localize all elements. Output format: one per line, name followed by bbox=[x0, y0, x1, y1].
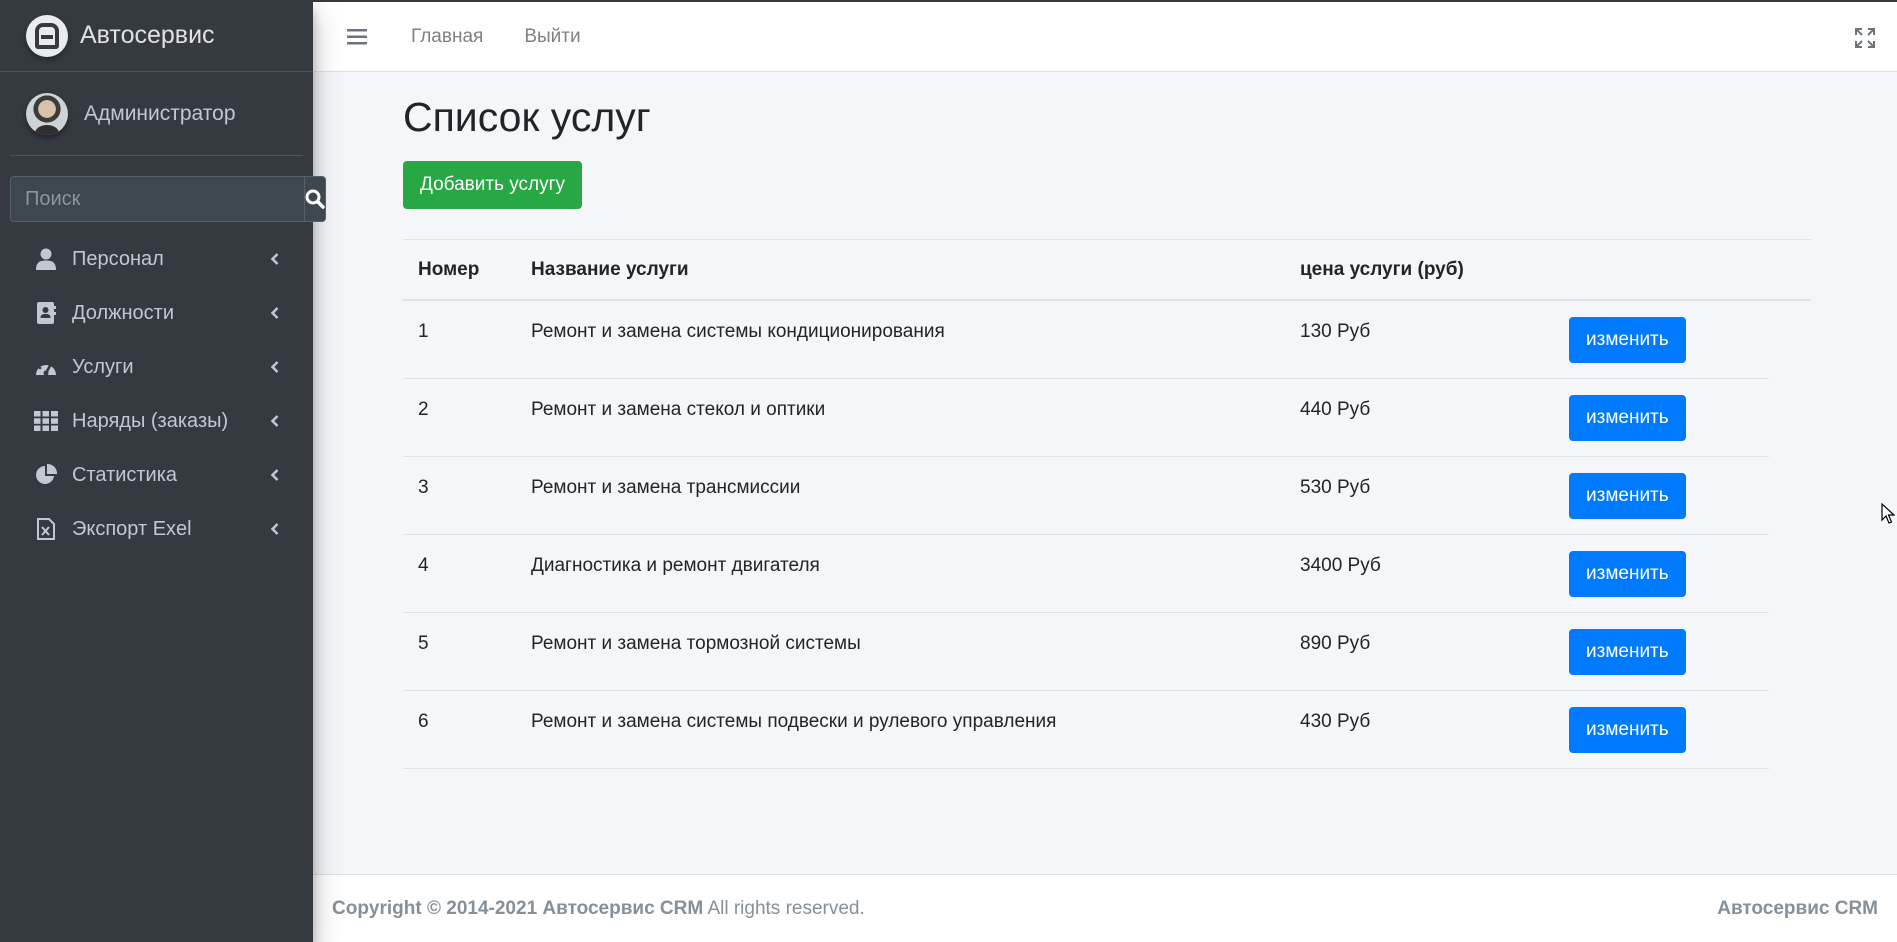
grid-icon bbox=[34, 409, 58, 433]
user-panel[interactable]: Администратор bbox=[10, 72, 303, 156]
sidebar-search bbox=[10, 176, 326, 222]
cell-price: 130 Руб bbox=[1300, 321, 1371, 342]
sidebar: Автосервис Администратор Персонал Должно… bbox=[0, 0, 326, 942]
pie-chart-icon bbox=[34, 463, 58, 487]
cell-name: Ремонт и замена системы кондиционировани… bbox=[531, 321, 945, 342]
cell-price: 3400 Руб bbox=[1300, 555, 1381, 576]
table-row: 2 Ремонт и замена стекол и оптики 440 Ру… bbox=[403, 379, 1769, 457]
menu-toggle-icon[interactable] bbox=[343, 23, 371, 51]
footer-right-brand: Автосервис CRM bbox=[1717, 897, 1878, 919]
fullscreen-icon[interactable] bbox=[1855, 28, 1875, 48]
chevron-left-icon bbox=[270, 361, 279, 373]
cell-name: Ремонт и замена стекол и оптики bbox=[531, 399, 826, 420]
sidebar-item-label: Наряды (заказы) bbox=[72, 409, 229, 432]
search-input[interactable] bbox=[10, 176, 304, 222]
cell-name: Ремонт и замена трансмиссии bbox=[531, 477, 801, 498]
mouse-cursor-icon bbox=[1881, 503, 1895, 524]
services-table: Номер Название услуги цена услуги (руб) … bbox=[403, 239, 1811, 769]
column-header-name: Название услуги bbox=[531, 258, 689, 280]
edit-button[interactable]: изменить bbox=[1569, 472, 1686, 519]
brand-link[interactable]: Автосервис bbox=[0, 0, 313, 72]
user-name: Администратор bbox=[84, 101, 236, 125]
table-row: 5 Ремонт и замена тормозной системы 890 … bbox=[403, 613, 1769, 691]
rights-text: All rights reserved. bbox=[707, 897, 865, 919]
sidebar-item-export-excel[interactable]: Экспорт Exel bbox=[0, 502, 313, 556]
table-row: 4 Диагностика и ремонт двигателя 3400 Ру… bbox=[403, 535, 1769, 613]
sidebar-item-orders[interactable]: Наряды (заказы) bbox=[0, 394, 313, 448]
column-header-price: цена услуги (руб) bbox=[1300, 258, 1464, 280]
user-icon bbox=[34, 247, 58, 271]
chevron-left-icon bbox=[270, 415, 279, 427]
sidebar-nav: Персонал Должности Услуги Наряды (заказы… bbox=[0, 232, 313, 556]
brand-name: Автосервис bbox=[80, 21, 215, 49]
footer: Copyright © 2014-2021 Автосервис CRM All… bbox=[313, 874, 1897, 942]
footer-copyright: Copyright © 2014-2021 Автосервис CRM All… bbox=[332, 898, 1717, 920]
sidebar-item-statistics[interactable]: Статистика bbox=[0, 448, 313, 502]
sidebar-item-personnel[interactable]: Персонал bbox=[0, 232, 313, 286]
edit-button[interactable]: изменить bbox=[1569, 706, 1686, 753]
cell-number: 1 bbox=[418, 321, 429, 342]
chevron-left-icon bbox=[270, 253, 279, 265]
search-button[interactable] bbox=[304, 176, 326, 222]
cell-number: 2 bbox=[418, 399, 429, 420]
cell-name: Диагностика и ремонт двигателя bbox=[531, 555, 820, 576]
cell-number: 6 bbox=[418, 711, 429, 732]
cell-number: 5 bbox=[418, 633, 429, 654]
footer-brand-link[interactable]: Автосервис CRM bbox=[542, 898, 703, 919]
edit-button[interactable]: изменить bbox=[1569, 316, 1686, 363]
nav-link-logout[interactable]: Выйти bbox=[524, 26, 580, 48]
table-row: 6 Ремонт и замена системы подвески и рул… bbox=[403, 691, 1769, 769]
page-title: Список услуг bbox=[403, 94, 651, 140]
cell-name: Ремонт и замена системы подвески и рулев… bbox=[531, 711, 1057, 732]
chevron-left-icon bbox=[270, 523, 279, 535]
sidebar-item-label: Должности bbox=[72, 301, 175, 324]
sidebar-item-label: Услуги bbox=[72, 355, 134, 378]
sidebar-item-label: Персонал bbox=[72, 247, 164, 270]
search-icon bbox=[305, 189, 325, 209]
address-book-icon bbox=[34, 301, 58, 325]
cell-price: 440 Руб bbox=[1300, 399, 1371, 420]
sidebar-item-positions[interactable]: Должности bbox=[0, 286, 313, 340]
excel-file-icon bbox=[34, 517, 58, 541]
edit-button[interactable]: изменить bbox=[1569, 394, 1686, 441]
edit-button[interactable]: изменить bbox=[1569, 628, 1686, 675]
cell-price: 530 Руб bbox=[1300, 477, 1371, 498]
table-row: 1 Ремонт и замена системы кондиционирова… bbox=[403, 301, 1769, 379]
sidebar-item-services[interactable]: Услуги bbox=[0, 340, 313, 394]
sidebar-item-label: Статистика bbox=[72, 463, 178, 486]
table-row: 3 Ремонт и замена трансмиссии 530 Руб из… bbox=[403, 457, 1769, 535]
add-service-button[interactable]: Добавить услугу bbox=[403, 161, 583, 209]
cell-number: 3 bbox=[418, 477, 429, 498]
column-header-number: Номер bbox=[418, 258, 480, 280]
cell-price: 430 Руб bbox=[1300, 711, 1371, 732]
sidebar-item-label: Экспорт Exel bbox=[72, 517, 192, 540]
chevron-left-icon bbox=[270, 307, 279, 319]
copyright-prefix: Copyright © 2014-2021 bbox=[332, 897, 538, 919]
cell-name: Ремонт и замена тормозной системы bbox=[531, 633, 861, 654]
edit-button[interactable]: изменить bbox=[1569, 550, 1686, 597]
main-content: Список услуг Добавить услугу Номер Назва… bbox=[403, 72, 1811, 769]
table-header: Номер Название услуги цена услуги (руб) bbox=[403, 239, 1811, 301]
avatar bbox=[26, 92, 68, 135]
top-navbar: Главная Выйти bbox=[313, 0, 1897, 72]
cell-number: 4 bbox=[418, 555, 429, 576]
tachometer-icon bbox=[34, 355, 58, 379]
brand-logo-icon bbox=[26, 14, 68, 57]
chevron-left-icon bbox=[270, 469, 279, 481]
nav-link-home[interactable]: Главная bbox=[411, 26, 483, 48]
cell-price: 890 Руб bbox=[1300, 633, 1371, 654]
